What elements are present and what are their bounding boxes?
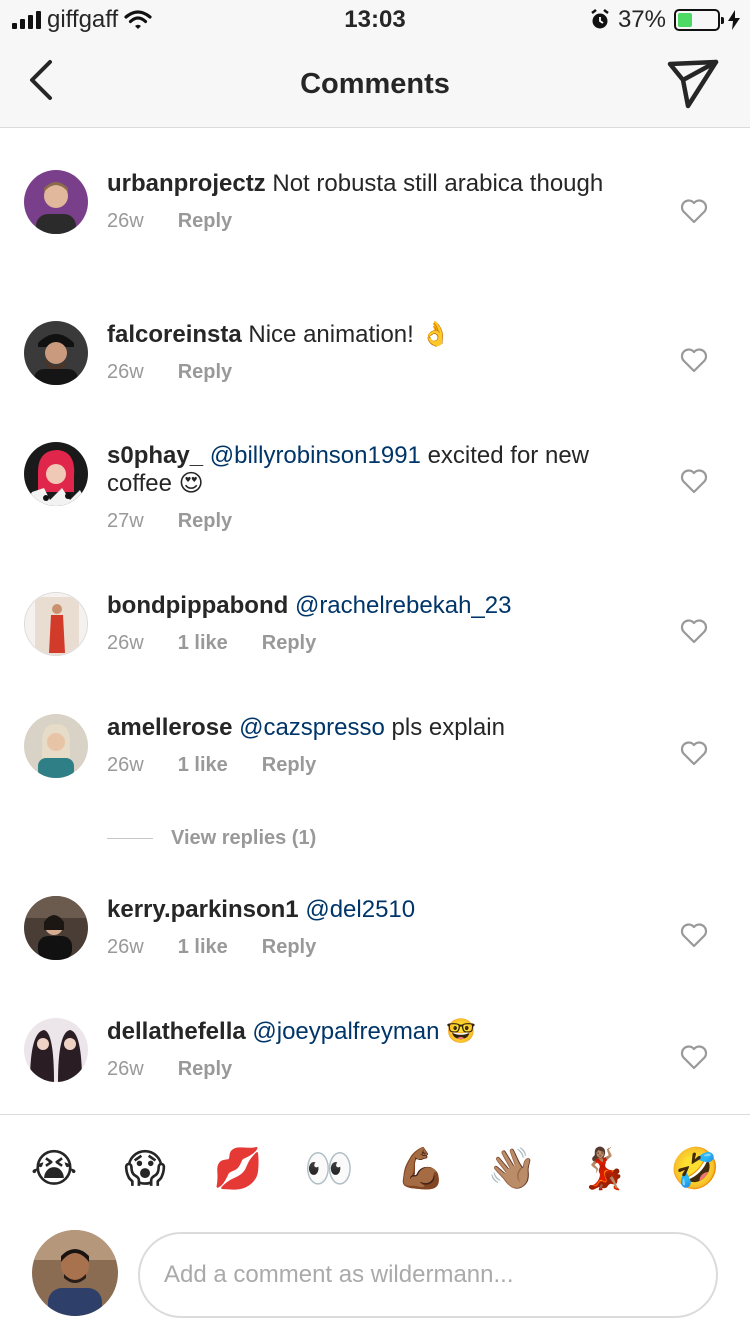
comment-text: kerry.parkinson1 @del2510: [107, 896, 647, 924]
comment-time: 27w: [107, 510, 144, 532]
emoji-scream-button[interactable]: 😱: [121, 1145, 169, 1193]
comment-username[interactable]: bondpippabond: [107, 592, 288, 619]
status-bar: giffgaff 13:03 37%: [0, 0, 750, 40]
comment-meta: 26w Reply: [107, 210, 647, 233]
comment-meta: 26w 1 like Reply: [107, 754, 647, 777]
comment-mention[interactable]: @del2510: [305, 896, 415, 923]
comment-mention[interactable]: @billyrobinson1991: [210, 442, 421, 469]
emoji-crying-button[interactable]: 😭: [30, 1145, 78, 1193]
status-right: 37%: [590, 6, 740, 34]
heart-icon[interactable]: [680, 1044, 708, 1070]
comment-meta: 26w Reply: [107, 1058, 647, 1081]
heart-icon[interactable]: [680, 198, 708, 224]
comment-username[interactable]: dellathefella: [107, 1018, 246, 1045]
comment-composer: [0, 1214, 750, 1334]
likes-count[interactable]: 1 like: [178, 936, 228, 959]
comment-time: 26w: [107, 754, 144, 776]
comment-username[interactable]: urbanprojectz: [107, 170, 266, 197]
comment-text: s0phay_ @billyrobinson1991 excited for n…: [107, 442, 647, 498]
comment-text: falcoreinsta Nice animation! 👌: [107, 321, 647, 349]
avatar[interactable]: [24, 896, 88, 960]
heart-icon[interactable]: [680, 740, 708, 766]
comment-time: 26w: [107, 936, 144, 958]
comment-list[interactable]: urbanprojectz Not robusta still arabica …: [0, 129, 750, 1114]
view-replies-button[interactable]: View replies (1): [107, 827, 316, 850]
page-title: Comments: [300, 68, 450, 100]
comment-body: urbanprojectz Not robusta still arabica …: [107, 170, 647, 233]
avatar[interactable]: [24, 170, 88, 234]
paper-plane-icon: [667, 59, 719, 109]
comment-body: kerry.parkinson1 @del2510 26w 1 like Rep…: [107, 896, 647, 959]
likes-count[interactable]: 1 like: [178, 754, 228, 777]
heart-icon[interactable]: [680, 618, 708, 644]
comment-time: 26w: [107, 632, 144, 654]
divider: [107, 838, 153, 839]
comment-body: falcoreinsta Nice animation! 👌 26w Reply: [107, 321, 647, 384]
comment-meta: 26w 1 like Reply: [107, 632, 647, 655]
comment-meta: 26w 1 like Reply: [107, 936, 647, 959]
alarm-icon: [591, 9, 609, 29]
comment-time: 26w: [107, 210, 144, 232]
comment-body: bondpippabond @rachelrebekah_23 26w 1 li…: [107, 592, 647, 655]
comment-message: 🤓: [446, 1018, 477, 1045]
reply-button[interactable]: Reply: [262, 632, 316, 655]
avatar[interactable]: [24, 442, 88, 506]
emoji-kiss-button[interactable]: 💋: [213, 1145, 263, 1193]
comment-body: s0phay_ @billyrobinson1991 excited for n…: [107, 442, 647, 533]
comment-mention[interactable]: @cazspresso: [239, 714, 385, 741]
comment-time: 26w: [107, 361, 144, 383]
comment-message: Not robusta still arabica though: [272, 170, 604, 197]
avatar[interactable]: [24, 1018, 88, 1082]
battery-icon: [674, 9, 724, 31]
avatar[interactable]: [24, 321, 88, 385]
comment-mention[interactable]: @joeypalfreyman: [252, 1018, 439, 1045]
comment-meta: 26w Reply: [107, 361, 647, 384]
charging-bolt-icon: [728, 10, 740, 30]
comment-time: 26w: [107, 1058, 144, 1080]
emoji-eyes-button[interactable]: 👀: [304, 1145, 354, 1193]
comment-meta: 27w Reply: [107, 510, 647, 533]
emoji-wave-button[interactable]: 👋🏽: [487, 1145, 537, 1193]
comment-text: dellathefella @joeypalfreyman 🤓: [107, 1018, 647, 1046]
comment-username[interactable]: s0phay_: [107, 442, 203, 469]
user-avatar: [32, 1230, 118, 1316]
reply-button[interactable]: Reply: [178, 210, 232, 233]
heart-icon[interactable]: [680, 468, 708, 494]
comment-message: pls explain: [391, 714, 505, 741]
emoji-muscle-button[interactable]: 💪🏾: [396, 1145, 446, 1193]
header: Comments: [0, 40, 750, 128]
heart-icon[interactable]: [680, 922, 708, 948]
comment-body: dellathefella @joeypalfreyman 🤓 26w Repl…: [107, 1018, 647, 1081]
comment-text: urbanprojectz Not robusta still arabica …: [107, 170, 647, 198]
comment-text: amellerose @cazspresso pls explain: [107, 714, 647, 742]
reply-button[interactable]: Reply: [178, 510, 232, 533]
reply-button[interactable]: Reply: [178, 1058, 232, 1081]
comment-username[interactable]: amellerose: [107, 714, 232, 741]
comment-username[interactable]: falcoreinsta: [107, 321, 242, 348]
comment-mention[interactable]: @rachelrebekah_23: [295, 592, 512, 619]
heart-icon[interactable]: [680, 347, 708, 373]
avatar[interactable]: [24, 714, 88, 778]
reply-button[interactable]: Reply: [178, 361, 232, 384]
emoji-bar: 😭 😱 💋 👀 💪🏾 👋🏽 💃🏽 🤣: [0, 1114, 750, 1214]
reply-button[interactable]: Reply: [262, 936, 316, 959]
comment-text: bondpippabond @rachelrebekah_23: [107, 592, 647, 620]
comment-username[interactable]: kerry.parkinson1: [107, 896, 299, 923]
share-button[interactable]: [666, 56, 720, 110]
comment-input[interactable]: [138, 1232, 718, 1318]
emoji-dancer-button[interactable]: 💃🏽: [579, 1145, 629, 1193]
reply-button[interactable]: Reply: [262, 754, 316, 777]
view-replies-label: View replies (1): [171, 827, 317, 849]
comment-message: Nice animation! 👌: [248, 321, 451, 348]
emoji-rofl-button[interactable]: 🤣: [670, 1145, 720, 1193]
comment-body: amellerose @cazspresso pls explain 26w 1…: [107, 714, 647, 777]
likes-count[interactable]: 1 like: [178, 632, 228, 655]
battery-percent: 37%: [617, 6, 666, 33]
avatar[interactable]: [24, 592, 88, 656]
